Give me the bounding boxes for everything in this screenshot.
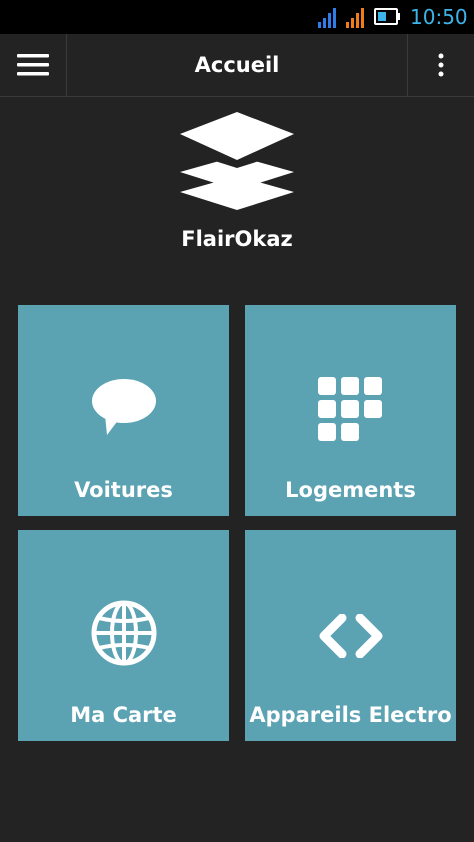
- tile-label: Ma Carte: [70, 703, 177, 727]
- tile-logements[interactable]: Logements: [245, 305, 456, 516]
- speech-bubble-icon: [91, 379, 156, 435]
- status-bar: 10:50: [0, 0, 474, 34]
- tile-ma-carte[interactable]: Ma Carte: [18, 530, 229, 741]
- signal-bars-icon: [318, 8, 336, 28]
- layers-stack-icon: [180, 112, 294, 210]
- code-brackets-icon: [319, 614, 382, 658]
- overflow-menu-button[interactable]: [407, 34, 474, 96]
- app-screen: 10:50 Accueil FlairOkaz Voitures Logemen…: [0, 0, 474, 842]
- tile-label: Logements: [285, 478, 416, 502]
- app-bar: Accueil: [0, 34, 474, 97]
- battery-icon: [374, 8, 400, 25]
- menu-button[interactable]: [0, 34, 67, 96]
- signal-bars-icon: [346, 8, 364, 28]
- tile-label: Appareils Electro: [249, 703, 452, 727]
- tile-voitures[interactable]: Voitures: [18, 305, 229, 516]
- hamburger-menu-icon: [17, 54, 49, 76]
- globe-icon: [91, 600, 156, 666]
- vertical-dots-icon: [438, 53, 444, 77]
- page-title: Accueil: [194, 53, 280, 77]
- tile-label: Voitures: [74, 478, 173, 502]
- grid-blocks-icon: [317, 377, 382, 441]
- app-name: FlairOkaz: [181, 227, 293, 251]
- tile-appareils-electro[interactable]: Appareils Electro: [245, 530, 456, 741]
- status-clock: 10:50: [410, 5, 468, 29]
